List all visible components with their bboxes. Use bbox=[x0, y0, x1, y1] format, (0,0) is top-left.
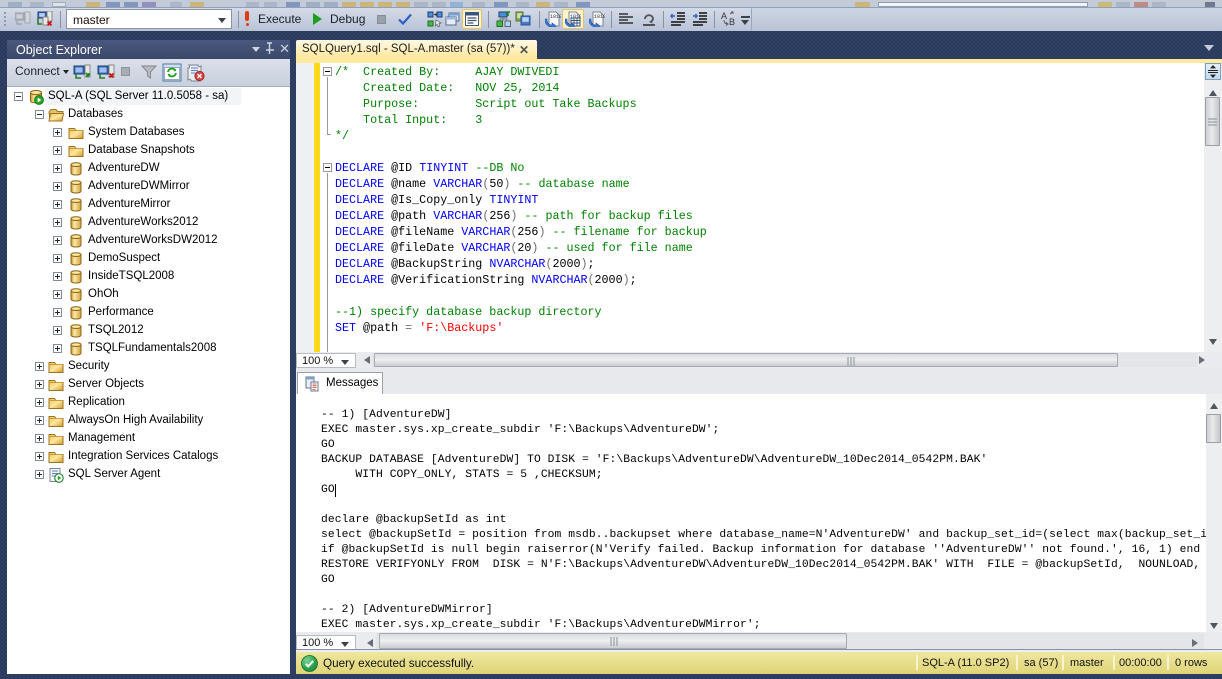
svg-text:B: B bbox=[729, 17, 735, 27]
svg-text:1010: 1010 bbox=[550, 14, 561, 20]
svg-text:1010: 1010 bbox=[594, 14, 605, 20]
svg-text:A: A bbox=[721, 11, 727, 21]
